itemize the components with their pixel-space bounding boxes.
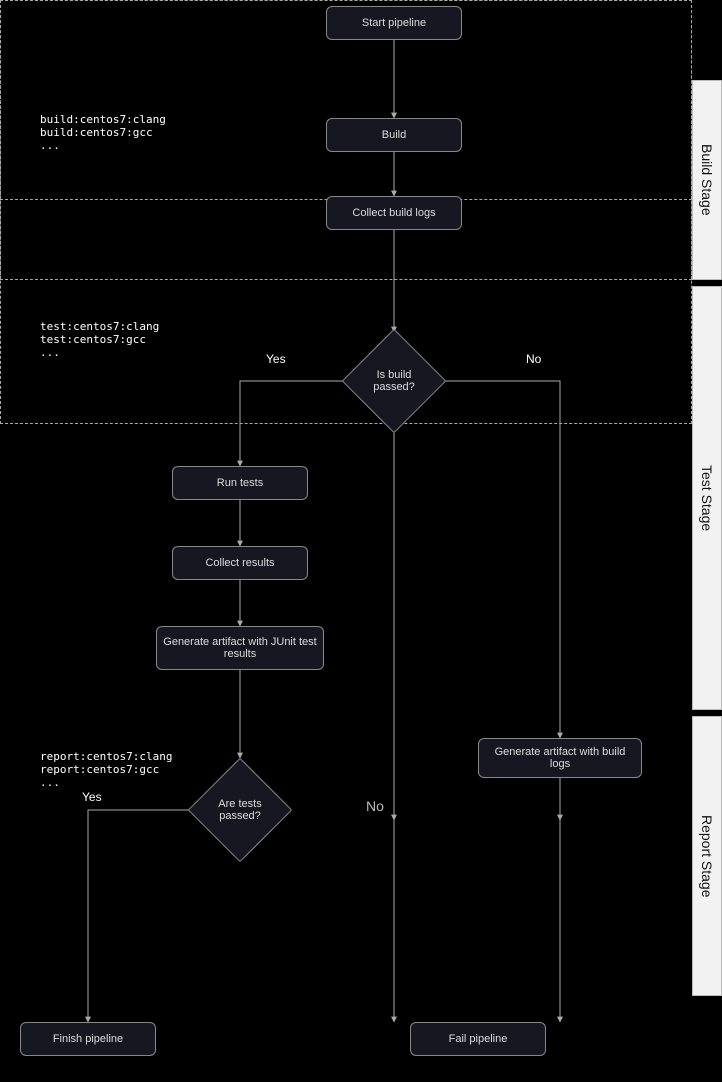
job-list-report: report:centos7:clang report:centos7:gcc … xyxy=(40,750,172,789)
stage-report-label: Report Stage xyxy=(699,815,715,898)
edge-label-yes2: Yes xyxy=(82,790,102,804)
build-label: Build xyxy=(382,129,406,141)
stage-report-strip: Report Stage xyxy=(692,716,722,996)
fail-label: Fail pipeline xyxy=(449,1033,508,1045)
gen-junit-node: Generate artifact with JUnit test result… xyxy=(156,626,324,670)
start-node: Start pipeline xyxy=(326,6,462,40)
edge-label-no1: No xyxy=(526,352,541,366)
collect-results-label: Collect results xyxy=(205,557,274,569)
run-tests-node: Run tests xyxy=(172,466,308,500)
gen-build-logs-node: Generate artifact with build logs xyxy=(478,738,642,778)
collect-results-node: Collect results xyxy=(172,546,308,580)
stage-test-label: Test Stage xyxy=(699,465,715,531)
edge-label-no2: No xyxy=(366,798,384,814)
gen-build-logs-label: Generate artifact with build logs xyxy=(483,746,637,770)
stage-build-label: Build Stage xyxy=(699,144,715,216)
gen-junit-label: Generate artifact with JUnit test result… xyxy=(161,636,319,660)
finish-node: Finish pipeline xyxy=(20,1022,156,1056)
start-label: Start pipeline xyxy=(362,17,426,29)
job-list-build: build:centos7:clang build:centos7:gcc ..… xyxy=(40,113,166,152)
decision-tests-passed-label: Are tests passed? xyxy=(218,798,261,822)
collect-logs-label: Collect build logs xyxy=(352,207,435,219)
run-tests-label: Run tests xyxy=(217,477,263,489)
collect-logs-node: Collect build logs xyxy=(326,196,462,230)
fail-node: Fail pipeline xyxy=(410,1022,546,1056)
stage-test-strip: Test Stage xyxy=(692,286,722,710)
stage-build-strip: Build Stage xyxy=(692,80,722,280)
edge-label-yes1: Yes xyxy=(266,352,286,366)
job-list-test: test:centos7:clang test:centos7:gcc ... xyxy=(40,320,159,359)
decision-build-passed-label: Is build passed? xyxy=(373,369,415,393)
finish-label: Finish pipeline xyxy=(53,1033,123,1045)
build-node: Build xyxy=(326,118,462,152)
